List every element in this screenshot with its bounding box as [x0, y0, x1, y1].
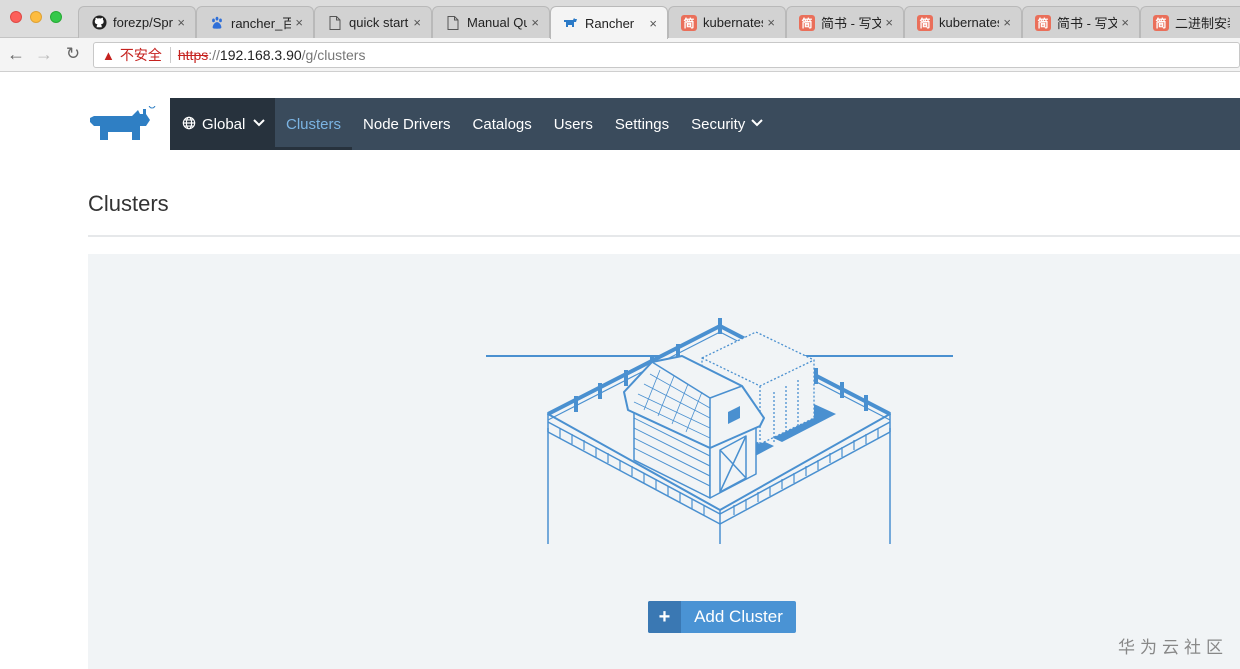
nav-label: Settings [614, 115, 670, 133]
reload-icon[interactable]: ↻ [62, 44, 84, 64]
add-cluster-button[interactable]: + Add Cluster [648, 601, 796, 633]
document-icon [445, 15, 461, 31]
jianshu-icon: 简 [1035, 14, 1051, 31]
nav-label: Users [553, 115, 593, 133]
chevron-down-icon [253, 118, 266, 130]
url-scheme: https [177, 47, 209, 63]
tab-close-icon[interactable]: × [649, 16, 657, 31]
farm-illustration [486, 318, 953, 544]
browser-tab[interactable]: forezp/Spr × [78, 6, 196, 38]
jianshu-icon: 简 [917, 14, 933, 31]
top-navigation: Global Clusters Node Drivers Catalogs Us… [170, 98, 1240, 150]
rancher-page: Global Clusters Node Drivers Catalogs Us… [0, 73, 1240, 669]
jianshu-icon: 简 [1153, 14, 1169, 31]
rancher-logo-icon[interactable] [88, 106, 158, 142]
tab-label: 简书 - 写文 [1057, 16, 1118, 31]
browser-tab[interactable]: 简 二进制安装 [1140, 6, 1240, 38]
nav-label: Node Drivers [363, 115, 451, 133]
nav-label: Security [691, 115, 746, 133]
chevron-down-icon [751, 118, 764, 130]
jianshu-icon: 简 [681, 14, 697, 31]
browser-toolbar: ← → ↻ ▲ 不安全 https :// 192.168.3.90 /g/cl… [0, 38, 1240, 72]
back-arrow-icon[interactable]: ← [5, 44, 27, 65]
browser-tab[interactable]: 简 kubernates × [668, 6, 786, 38]
tab-close-icon[interactable]: × [1003, 15, 1011, 30]
github-icon [91, 15, 107, 31]
global-label: Global [202, 115, 246, 133]
tab-close-icon[interactable]: × [295, 15, 303, 30]
url-host: 192.168.3.90 [219, 47, 302, 63]
global-scope-dropdown[interactable]: Global [170, 98, 275, 150]
url-path: /g/clusters [301, 47, 366, 63]
tab-label: 简书 - 写文 [821, 16, 882, 31]
rancher-icon [563, 15, 579, 31]
tab-label: Manual Qu [467, 15, 528, 30]
tab-close-icon[interactable]: × [177, 15, 185, 30]
nav-settings[interactable]: Settings [604, 98, 680, 150]
plus-icon: + [648, 601, 681, 633]
url-scheme-separator: :// [208, 47, 220, 63]
tab-close-icon[interactable]: × [885, 15, 893, 30]
minimize-window-button[interactable] [30, 11, 42, 23]
tab-close-icon[interactable]: × [767, 15, 775, 30]
browser-tab[interactable]: Manual Qu × [432, 6, 550, 38]
tab-label: 二进制安装 [1175, 16, 1230, 31]
watermark-text: 华为云社区 [1118, 638, 1228, 657]
jianshu-icon: 简 [799, 14, 815, 31]
forward-arrow-icon[interactable]: → [33, 44, 55, 65]
browser-tab[interactable]: 简 简书 - 写文 × [1022, 6, 1140, 38]
globe-icon [182, 116, 196, 133]
nav-label: Clusters [286, 115, 342, 133]
browser-tab[interactable]: quick start × [314, 6, 432, 38]
empty-clusters-panel: + Add Cluster [88, 254, 1240, 669]
warning-icon: ▲ [102, 47, 115, 63]
browser-tab-bar: forezp/Spr × rancher_百 × quick start × M… [0, 0, 1240, 39]
browser-tab[interactable]: 简 kubernates × [904, 6, 1022, 38]
nav-clusters[interactable]: Clusters [275, 98, 353, 150]
browser-tab-active[interactable]: Rancher × [550, 6, 668, 39]
nav-security[interactable]: Security [680, 98, 774, 150]
add-cluster-label: Add Cluster [694, 607, 783, 626]
nav-users[interactable]: Users [543, 98, 604, 150]
tab-label: Rancher [585, 15, 635, 31]
tab-label: forezp/Spr [113, 15, 173, 30]
address-divider [169, 47, 171, 63]
tab-label: kubernates [703, 15, 764, 30]
tab-label: kubernates [939, 15, 1000, 30]
tab-label: quick start [349, 15, 409, 30]
tab-close-icon[interactable]: × [1121, 15, 1129, 30]
nav-label: Catalogs [472, 115, 532, 133]
close-window-button[interactable] [10, 11, 22, 23]
tab-close-icon[interactable]: × [413, 15, 421, 30]
browser-tab[interactable]: 简 简书 - 写文 × [786, 6, 904, 38]
insecure-label: 不安全 [119, 47, 162, 63]
maximize-window-button[interactable] [50, 11, 62, 23]
nav-node-drivers[interactable]: Node Drivers [352, 98, 462, 150]
browser-tab[interactable]: rancher_百 × [196, 6, 314, 38]
page-title: Clusters [88, 191, 169, 216]
nav-catalogs[interactable]: Catalogs [462, 98, 543, 150]
tab-close-icon[interactable]: × [531, 15, 539, 30]
address-bar[interactable]: ▲ 不安全 https :// 192.168.3.90 /g/clusters [93, 42, 1240, 68]
document-icon [327, 15, 343, 31]
title-divider [88, 235, 1240, 237]
tab-label: rancher_百 [231, 16, 292, 31]
baidu-paw-icon [209, 15, 225, 31]
